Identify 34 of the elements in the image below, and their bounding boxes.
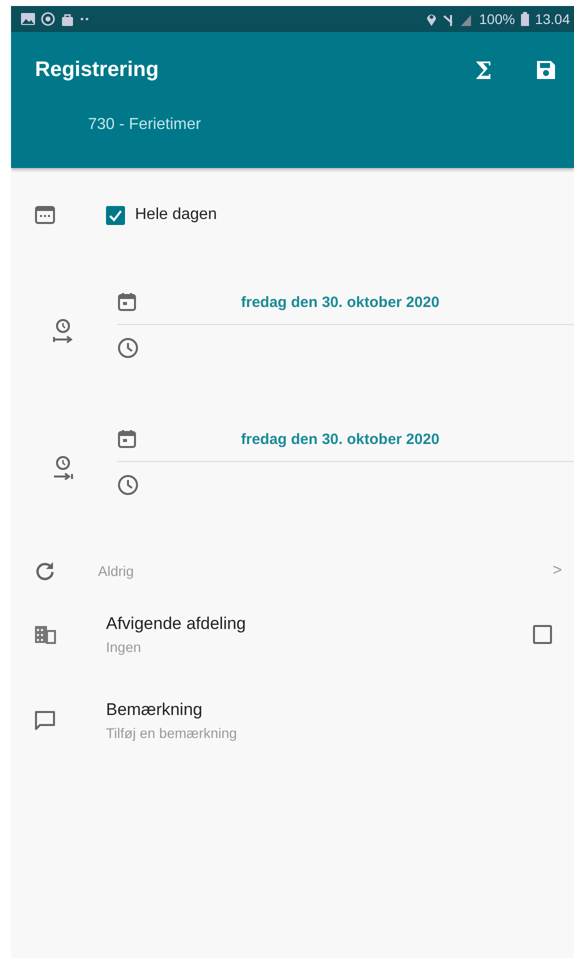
image-icon (21, 13, 35, 25)
repeat-icon (34, 560, 56, 582)
clock-time: 13.04 (534, 11, 570, 27)
department-title: Afvigende afdeling (106, 614, 247, 634)
repeat-value[interactable]: Aldrig (98, 563, 553, 579)
checkbox-label: Hele dagen (135, 206, 217, 224)
checkbox[interactable] (533, 624, 552, 644)
screen-title: Registrering (35, 58, 160, 82)
battery-percent: 100% (479, 11, 515, 27)
battery-icon (520, 12, 529, 26)
department-value: Ingen (106, 638, 142, 654)
subtitle: 730 - Ferietimer (88, 116, 201, 133)
signal-icon (443, 12, 474, 26)
calendar-icon (34, 204, 56, 226)
calendar-icon (117, 292, 137, 312)
target-icon (41, 12, 55, 26)
save-icon (536, 60, 556, 80)
clock-icon (117, 474, 139, 496)
comment-icon (34, 709, 56, 731)
location-icon (426, 12, 438, 26)
clock-icon (117, 337, 139, 359)
date-value[interactable]: fredag den 30. oktober 2020 (241, 294, 440, 310)
date-value[interactable]: fredag den 30. oktober 2020 (241, 430, 440, 448)
more-icon (80, 17, 90, 21)
remark-title: Bemærkning (106, 700, 204, 720)
bag-icon (61, 12, 74, 26)
building-icon (34, 624, 56, 644)
calendar-icon (117, 429, 137, 449)
remark-hint[interactable]: Tilføj en bemærkning (106, 724, 574, 740)
start-time-icon (52, 318, 74, 344)
chevron[interactable]: > (552, 562, 562, 580)
checkbox[interactable] (106, 206, 125, 224)
sum-button[interactable]: Σ (471, 52, 496, 88)
end-time-icon (52, 454, 74, 480)
